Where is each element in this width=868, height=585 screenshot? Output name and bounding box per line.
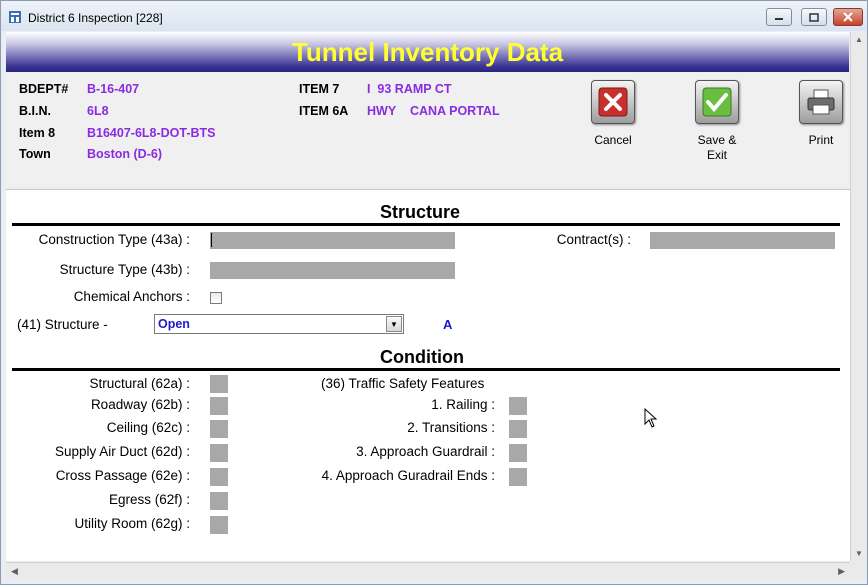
- condition-input-utility-room[interactable]: [210, 516, 228, 534]
- minimize-button[interactable]: [766, 8, 792, 26]
- maximize-button[interactable]: [801, 8, 827, 26]
- condition-input-structural[interactable]: [210, 375, 228, 393]
- vertical-scrollbar[interactable]: ▲ ▼: [850, 32, 867, 561]
- town-label: Town: [19, 147, 51, 161]
- cancel-button[interactable]: [591, 80, 635, 124]
- app-window: District 6 Inspection [228] Tunnel Inven…: [0, 0, 868, 585]
- condition-input-ceiling[interactable]: [210, 420, 228, 438]
- structure-41-label: (41) Structure -: [17, 317, 108, 332]
- structure-41-code: A: [443, 317, 453, 332]
- banner: Tunnel Inventory Data: [6, 32, 849, 72]
- cancel-x-icon: [598, 87, 628, 117]
- window-title: District 6 Inspection [228]: [28, 11, 163, 25]
- save-label-line2[interactable]: Exit: [677, 148, 757, 163]
- condition-label-supply-air-duct: Supply Air Duct (62d) :: [54, 444, 190, 459]
- construction-type-label: Construction Type (43a) :: [38, 232, 190, 247]
- cancel-label[interactable]: Cancel: [573, 133, 653, 148]
- chemical-anchors-checkbox[interactable]: [210, 292, 222, 304]
- structure-type-input[interactable]: [210, 262, 455, 279]
- horizontal-scrollbar[interactable]: ◀ ▶: [6, 562, 850, 580]
- traffic-label-railing: 1. Railing :: [431, 397, 495, 412]
- chevron-down-icon[interactable]: ▼: [386, 316, 402, 332]
- checkmark-icon: [702, 87, 732, 117]
- scroll-right-icon[interactable]: ▶: [838, 566, 845, 577]
- item6a-label: ITEM 6A: [299, 104, 349, 118]
- save-label-line1[interactable]: Save &: [677, 133, 757, 148]
- banner-title: Tunnel Inventory Data: [291, 36, 564, 67]
- item8-value: B16407-6L8-DOT-BTS: [87, 126, 216, 140]
- bin-label: B.I.N.: [19, 104, 51, 118]
- structure-41-select[interactable]: Open ▼: [154, 314, 404, 334]
- contracts-label: Contract(s) :: [556, 232, 631, 247]
- condition-label-cross-passage: Cross Passage (62e) :: [55, 468, 190, 483]
- scroll-up-icon[interactable]: ▲: [855, 35, 863, 44]
- condition-label-roadway: Roadway (62b) :: [90, 397, 190, 412]
- item8-label: Item 8: [19, 126, 56, 140]
- minimize-icon: [775, 18, 783, 20]
- condition-label-ceiling: Ceiling (62c) :: [106, 420, 190, 435]
- traffic-label-transitions: 2. Transitions :: [407, 420, 495, 435]
- contracts-input[interactable]: [650, 232, 835, 249]
- maximize-icon: [809, 12, 819, 22]
- form-content: Structure Construction Type (43a) : Cont…: [6, 189, 850, 561]
- scroll-left-icon[interactable]: ◀: [11, 566, 18, 577]
- condition-divider: [12, 368, 840, 371]
- structure-type-label: Structure Type (43b) :: [59, 262, 190, 277]
- condition-label-structural: Structural (62a) :: [89, 376, 190, 391]
- item6a-value-type: HWY: [367, 104, 397, 118]
- construction-type-input[interactable]: [210, 232, 455, 249]
- bdept-label: BDEPT#: [19, 82, 69, 96]
- print-label[interactable]: Print: [781, 133, 861, 148]
- scrollbar-corner: [850, 562, 867, 580]
- close-button[interactable]: [833, 8, 863, 26]
- text-caret: [211, 233, 212, 247]
- bin-value: 6L8: [87, 104, 109, 118]
- item7-label: ITEM 7: [299, 82, 340, 96]
- condition-label-utility-room: Utility Room (62g) :: [74, 516, 190, 531]
- traffic-input-railing[interactable]: [509, 397, 527, 415]
- app-icon: [9, 11, 21, 23]
- traffic-input-transitions[interactable]: [509, 420, 527, 438]
- structure-title: Structure: [380, 202, 461, 222]
- header-panel: BDEPT# B-16-407 B.I.N. 6L8 Item 8 B16407…: [6, 72, 850, 187]
- condition-label-egress: Egress (62f) :: [108, 492, 190, 507]
- condition-title: Condition: [380, 347, 464, 367]
- item7-value: I 93 RAMP CT: [367, 82, 452, 96]
- structure-divider: [12, 223, 840, 226]
- traffic-label-approach-guardrail-ends: 4. Approach Guradrail Ends :: [321, 468, 495, 483]
- bdept-value: B-16-407: [87, 82, 140, 96]
- condition-input-egress[interactable]: [210, 492, 228, 510]
- condition-input-supply-air-duct[interactable]: [210, 444, 228, 462]
- scroll-down-icon[interactable]: ▼: [855, 549, 863, 558]
- printer-icon: [807, 89, 835, 115]
- print-button[interactable]: [799, 80, 843, 124]
- traffic-input-approach-guardrail[interactable]: [509, 444, 527, 462]
- title-bar: District 6 Inspection [228]: [1, 1, 867, 31]
- chemical-anchors-label: Chemical Anchors :: [73, 289, 190, 304]
- item6a-value-name: CANA PORTAL: [410, 104, 500, 118]
- mouse-pointer-icon: [644, 408, 658, 428]
- close-icon: [843, 12, 853, 22]
- save-exit-button[interactable]: [695, 80, 739, 124]
- structure-41-value: Open: [158, 317, 190, 331]
- traffic-label-approach-guardrail: 3. Approach Guardrail :: [356, 444, 495, 459]
- condition-input-roadway[interactable]: [210, 397, 228, 415]
- traffic-input-approach-guardrail-ends[interactable]: [509, 468, 527, 486]
- condition-input-cross-passage[interactable]: [210, 468, 228, 486]
- traffic-safety-title: (36) Traffic Safety Features: [321, 376, 485, 391]
- town-value: Boston (D-6): [87, 147, 162, 161]
